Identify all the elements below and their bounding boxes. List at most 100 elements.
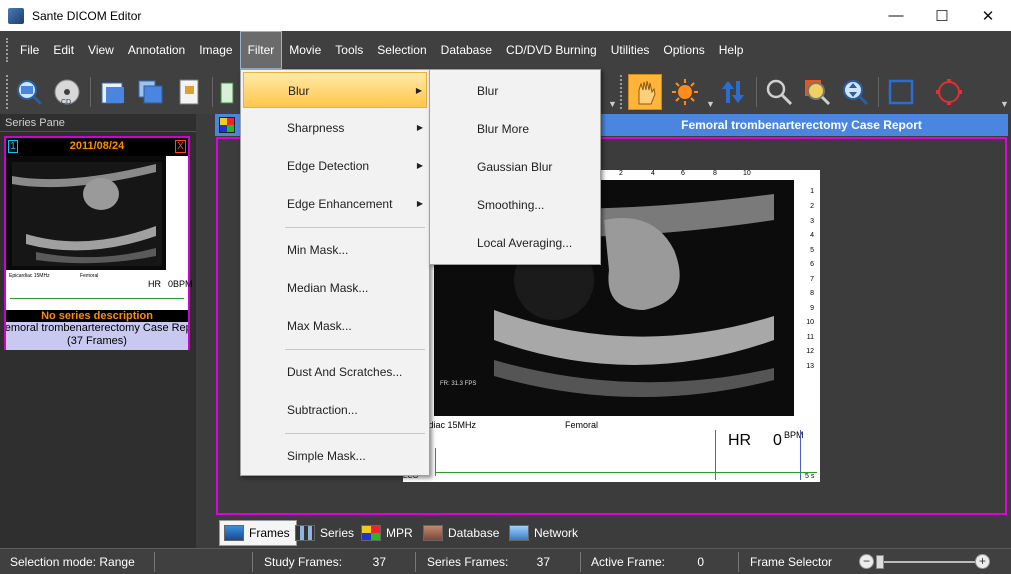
toolbar-grip[interactable]: [6, 75, 9, 109]
menu-item-subtraction[interactable]: Subtraction...: [243, 392, 427, 428]
time-scale-label: 5 s: [805, 473, 815, 480]
depth-7: 7: [810, 276, 814, 283]
ecg-trace: [435, 472, 817, 473]
tab-frames-label: Frames: [249, 526, 290, 540]
menu-item-min-mask[interactable]: Min Mask...: [243, 232, 427, 268]
report-icon[interactable]: [172, 74, 206, 110]
brightness-dropdown-chevron[interactable]: ▼: [706, 99, 715, 109]
menu-item-max-mask[interactable]: Max Mask...: [243, 308, 427, 344]
rectangle-roi-icon[interactable]: [884, 74, 918, 110]
status-study-frames-value: 37: [372, 555, 386, 569]
hr-label: HR: [728, 432, 752, 449]
menu-file[interactable]: File: [13, 31, 46, 69]
frame-selector-slider-thumb[interactable]: [876, 555, 884, 569]
database-icon: [423, 525, 443, 541]
brightness-icon[interactable]: [668, 74, 702, 110]
thumbnail-image: [6, 156, 188, 270]
frame-selector-plus-button[interactable]: +: [975, 554, 990, 569]
tab-database[interactable]: Database: [419, 520, 499, 546]
menu-selection[interactable]: Selection: [370, 31, 433, 69]
tab-series[interactable]: Series: [291, 520, 354, 546]
menu-bar: File Edit View Annotation Image Filter M…: [0, 31, 1011, 69]
magnifier-icon[interactable]: [800, 74, 834, 110]
toolbar-separator: [90, 77, 91, 107]
ellipse-roi-icon[interactable]: [932, 74, 966, 110]
pan-hand-icon[interactable]: [628, 74, 662, 110]
tab-frames[interactable]: Frames: [219, 520, 297, 546]
submenu-item-blur[interactable]: Blur: [432, 72, 598, 110]
cd-icon[interactable]: CD: [50, 74, 84, 110]
submenu-item-gaussian-blur[interactable]: Gaussian Blur: [432, 148, 598, 186]
toolbar-overflow-chevron[interactable]: ▼: [608, 99, 617, 109]
menu-view[interactable]: View: [81, 31, 121, 69]
menu-item-sharpness[interactable]: Sharpness ▶: [243, 110, 427, 146]
menu-edit[interactable]: Edit: [46, 31, 81, 69]
tab-series-label: Series: [320, 526, 355, 540]
menu-item-median-mask[interactable]: Median Mask...: [243, 270, 427, 306]
menu-annotation[interactable]: Annotation: [121, 31, 192, 69]
depth-1: 1: [810, 188, 814, 195]
minimize-button[interactable]: —: [873, 0, 919, 31]
thumbnail-date: 2011/08/24: [69, 140, 125, 152]
hr-value: 0: [773, 432, 782, 449]
depth-6: 6: [810, 261, 814, 268]
menu-item-edge-enhancement[interactable]: Edge Enhancement ▶: [243, 186, 427, 222]
submenu-arrow-icon: ▶: [416, 161, 423, 170]
thumbnail-frame-count: (37 Frames): [67, 335, 127, 347]
toolbar-overflow-chevron-right[interactable]: ▼: [1000, 99, 1009, 109]
close-button[interactable]: ✕: [965, 0, 1011, 31]
thumbnail-close-button[interactable]: X: [175, 140, 186, 153]
layout-icon[interactable]: [219, 117, 235, 133]
series-pane-title: Series Pane: [0, 114, 196, 132]
menu-help[interactable]: Help: [712, 31, 751, 69]
toolbar-grip[interactable]: [620, 75, 623, 109]
menu-item-blur[interactable]: Blur ▶: [243, 72, 427, 108]
menu-cd-dvd-burning[interactable]: CD/DVD Burning: [499, 31, 604, 69]
zoom-icon[interactable]: [762, 74, 796, 110]
submenu-item-smoothing[interactable]: Smoothing...: [432, 186, 598, 224]
zoom-fit-icon[interactable]: [838, 74, 872, 110]
depth-8: 8: [810, 290, 814, 297]
menu-filter[interactable]: Filter: [239, 31, 283, 69]
status-selection-mode: Selection mode: Range: [10, 555, 135, 569]
scroll-frames-icon[interactable]: [716, 74, 750, 110]
depth-11: 11: [806, 334, 814, 341]
depth-10: 10: [806, 319, 814, 326]
submenu-item-blur-more[interactable]: Blur More: [432, 110, 598, 148]
frames-icon: [224, 525, 244, 541]
open-study-icon[interactable]: [12, 74, 46, 110]
status-separator: [580, 552, 581, 572]
tab-network[interactable]: Network: [505, 520, 578, 546]
status-separator: [252, 552, 253, 572]
app-icon: [8, 7, 24, 24]
menu-item-simple-mask[interactable]: Simple Mask...: [243, 438, 427, 474]
series-thumbnail[interactable]: 2011/08/24 1 X Epicardiac 15MHz Femoral …: [4, 136, 193, 350]
status-frame-selector-label: Frame Selector: [750, 555, 833, 569]
menu-item-dust-and-scratches[interactable]: Dust And Scratches...: [243, 354, 427, 390]
menu-item-edge-detection[interactable]: Edge Detection ▶: [243, 148, 427, 184]
open-series-icon[interactable]: [134, 74, 168, 110]
depth-4: 4: [810, 232, 814, 239]
depth-13: 13: [806, 363, 814, 370]
menu-database[interactable]: Database: [434, 31, 499, 69]
depth-3: 3: [810, 218, 814, 225]
tab-mpr[interactable]: MPR: [357, 520, 413, 546]
thumbnail-index: 1: [8, 140, 18, 153]
menu-options[interactable]: Options: [656, 31, 711, 69]
frame-selector-minus-button[interactable]: −: [859, 554, 874, 569]
frame-selector-slider-track[interactable]: [876, 561, 976, 563]
menu-tools[interactable]: Tools: [328, 31, 370, 69]
toolbar-separator: [756, 77, 757, 107]
status-active-frame-label: Active Frame:: [591, 555, 666, 569]
menu-movie[interactable]: Movie: [282, 31, 328, 69]
submenu-item-local-averaging[interactable]: Local Averaging...: [432, 224, 598, 262]
toolbar-separator: [878, 77, 879, 107]
fps-readout: FR: 31.3 FPS: [440, 381, 476, 387]
menu-image[interactable]: Image: [192, 31, 239, 69]
status-separator: [738, 552, 739, 572]
partial-toolbar-icon[interactable]: [216, 74, 236, 110]
maximize-button[interactable]: ☐: [919, 0, 965, 31]
menubar-grip[interactable]: [6, 38, 9, 62]
open-file-icon[interactable]: [96, 74, 130, 110]
menu-utilities[interactable]: Utilities: [604, 31, 657, 69]
